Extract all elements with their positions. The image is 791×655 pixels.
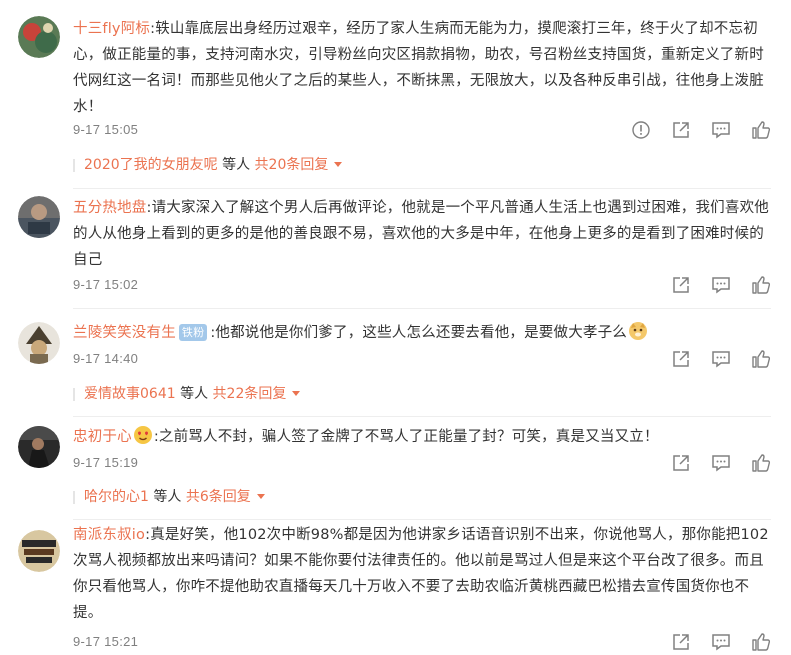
reply-summary[interactable]: 2020了我的女朋友呢 等人 共20条回复 bbox=[73, 150, 773, 180]
reply-mid: 等人 bbox=[148, 489, 186, 505]
comment-username[interactable]: 南派东叔io bbox=[73, 527, 145, 543]
share-icon[interactable] bbox=[671, 632, 691, 652]
reply-username[interactable]: 2020了我的女朋友呢 bbox=[84, 157, 218, 173]
share-icon[interactable] bbox=[671, 349, 691, 369]
reply-summary[interactable]: 哈尔的心1 等人 共6条回复 bbox=[73, 482, 773, 512]
comment-icon[interactable] bbox=[711, 120, 731, 140]
avatar[interactable] bbox=[18, 16, 60, 58]
comment-time: 9-17 15:02 bbox=[73, 277, 139, 292]
comment-username[interactable]: 兰陵笑笑没有生 bbox=[73, 325, 176, 341]
reply-count[interactable]: 共6条回复 bbox=[186, 489, 251, 505]
divider bbox=[73, 308, 771, 309]
comment-time: 9-17 15:19 bbox=[73, 455, 139, 470]
share-icon[interactable] bbox=[671, 453, 691, 473]
emoji-icon bbox=[133, 426, 152, 444]
reply-mid: 等人 bbox=[217, 157, 255, 173]
comment-icon[interactable] bbox=[711, 275, 731, 295]
comment-actions bbox=[671, 349, 771, 369]
reply-divider bbox=[73, 159, 75, 172]
reply-mid: 等人 bbox=[175, 386, 213, 402]
comment-body: 忠初于心 :之前骂人不封，骗人签了金牌了不骂人了正能量了封？可笑，真是又当又立！ bbox=[73, 424, 773, 450]
comment-text: :真是好笑，他102次中断98%都是因为他讲家乡话语音识别不出来，你说他骂人，那… bbox=[73, 527, 769, 621]
reply-count[interactable]: 共20条回复 bbox=[255, 157, 329, 173]
chevron-down-icon[interactable] bbox=[256, 494, 265, 499]
chevron-down-icon[interactable] bbox=[334, 162, 343, 167]
like-icon[interactable] bbox=[751, 453, 771, 473]
comment-time: 9-17 15:21 bbox=[73, 634, 139, 649]
reply-username[interactable]: 爱情故事0641 bbox=[84, 386, 176, 402]
comment-text: :他都说他是你们爹了，这些人怎么还要去看他，是要做大孝子么 bbox=[210, 325, 627, 341]
divider bbox=[73, 416, 771, 417]
comment-text: :请大家深入了解这个男人后再做评论，他就是一个平凡普通人生活上也遇到过困难，我们… bbox=[73, 200, 769, 268]
comment-text: :之前骂人不封，骗人签了金牌了不骂人了正能量了封？可笑，真是又当又立！ bbox=[153, 429, 659, 445]
like-icon[interactable] bbox=[751, 275, 771, 295]
share-icon[interactable] bbox=[671, 120, 691, 140]
share-icon[interactable] bbox=[671, 275, 691, 295]
comment-icon[interactable] bbox=[711, 632, 731, 652]
comment-username[interactable]: 五分热地盘 bbox=[73, 200, 147, 216]
chevron-down-icon[interactable] bbox=[292, 391, 301, 396]
comment-icon[interactable] bbox=[711, 349, 731, 369]
fan-badge: 铁粉 bbox=[178, 324, 208, 341]
reply-count[interactable]: 共22条回复 bbox=[213, 386, 287, 402]
reply-divider bbox=[73, 388, 75, 401]
comment-icon[interactable] bbox=[711, 453, 731, 473]
comment-actions bbox=[631, 120, 771, 140]
comment-actions bbox=[671, 275, 771, 295]
comment-body: 十三fly阿标:轶山靠底层出身经历过艰辛，经历了家人生病而无能为力，摸爬滚打三年… bbox=[73, 16, 773, 120]
avatar[interactable] bbox=[18, 530, 60, 572]
comment-time: 9-17 15:05 bbox=[73, 122, 139, 137]
avatar[interactable] bbox=[18, 426, 60, 468]
like-icon[interactable] bbox=[751, 120, 771, 140]
reply-summary[interactable]: 爱情故事0641 等人 共22条回复 bbox=[73, 379, 773, 409]
comment-text: :轶山靠底层出身经历过艰辛，经历了家人生病而无能为力，摸爬滚打三年，终于火了却不… bbox=[73, 21, 764, 115]
like-icon[interactable] bbox=[751, 632, 771, 652]
avatar[interactable] bbox=[18, 196, 60, 238]
divider bbox=[73, 519, 771, 520]
comment-body: 南派东叔io:真是好笑，他102次中断98%都是因为他讲家乡话语音识别不出来，你… bbox=[73, 522, 773, 626]
reply-username[interactable]: 哈尔的心1 bbox=[84, 489, 149, 505]
report-icon[interactable] bbox=[631, 120, 651, 140]
comment-actions bbox=[671, 632, 771, 652]
comment-body: 兰陵笑笑没有生 铁粉:他都说他是你们爹了，这些人怎么还要去看他，是要做大孝子么 bbox=[73, 320, 773, 346]
comment-time: 9-17 14:40 bbox=[73, 351, 139, 366]
emoji-icon bbox=[629, 322, 647, 340]
comment-username[interactable]: 忠初于心 bbox=[73, 429, 132, 445]
comment-username[interactable]: 十三fly阿标 bbox=[73, 21, 150, 37]
comment-body: 五分热地盘:请大家深入了解这个男人后再做评论，他就是一个平凡普通人生活上也遇到过… bbox=[73, 195, 773, 273]
like-icon[interactable] bbox=[751, 349, 771, 369]
divider bbox=[73, 188, 771, 189]
reply-divider bbox=[73, 491, 75, 504]
comment-actions bbox=[671, 453, 771, 473]
avatar[interactable] bbox=[18, 322, 60, 364]
